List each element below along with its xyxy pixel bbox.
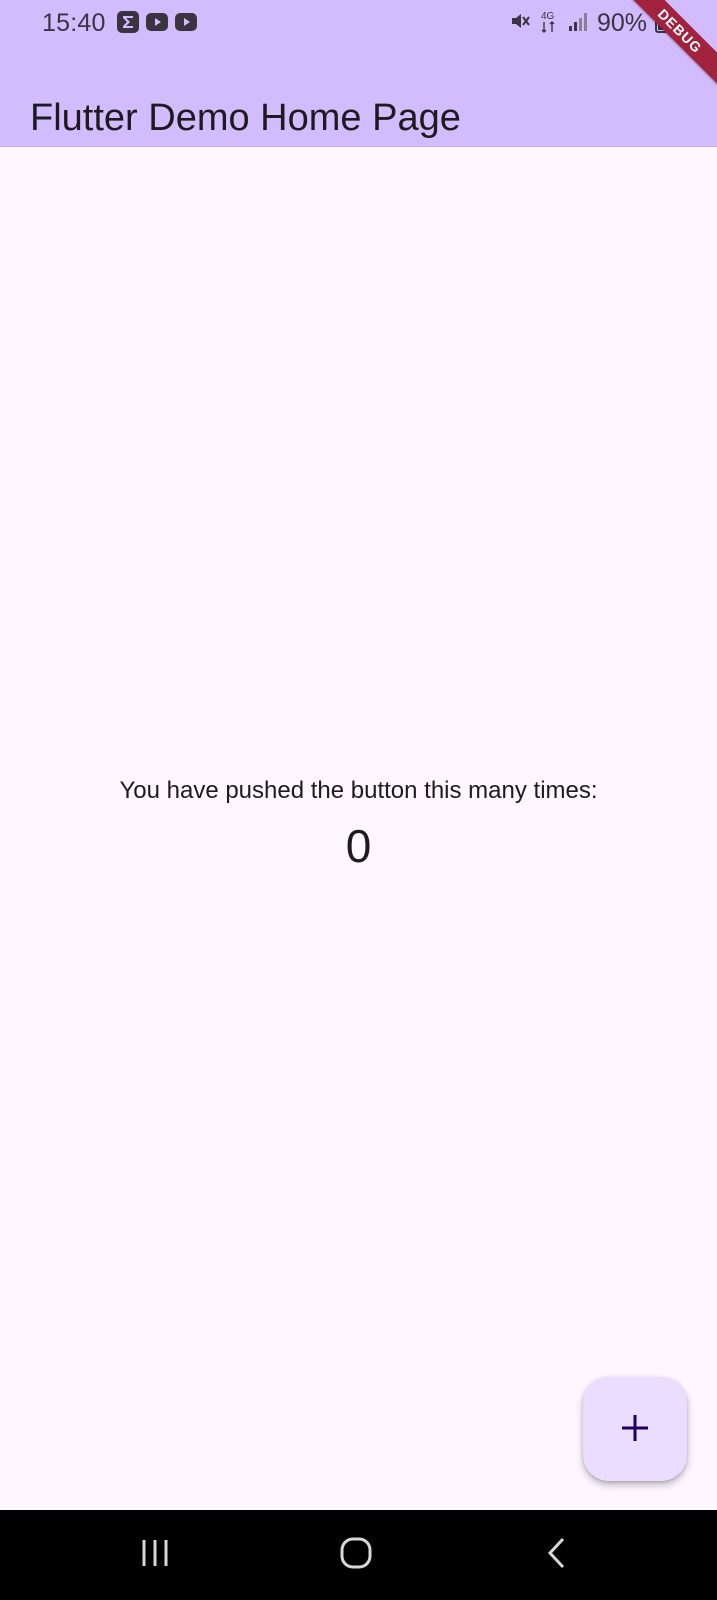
app-bar: 15:40 4G 90% Flutter Demo Home Page (0, 0, 717, 147)
status-right: 4G 90% (509, 8, 669, 39)
network-icon: 4G (539, 8, 559, 39)
home-button[interactable] (326, 1532, 386, 1578)
battery-percent: 90% (596, 9, 647, 37)
counter-value: 0 (345, 820, 372, 872)
app-screen: 15:40 4G 90% Flutter Demo Home Page DEBU… (0, 0, 717, 1600)
home-icon (339, 1536, 373, 1575)
network-type-label: 4G (541, 11, 555, 22)
youtube-icon (174, 10, 198, 34)
recent-apps-icon (138, 1537, 172, 1574)
page-title: Flutter Demo Home Page (30, 97, 461, 140)
signal-icon (567, 10, 589, 37)
recent-apps-button[interactable] (125, 1532, 185, 1578)
system-nav-bar (0, 1510, 717, 1600)
status-time: 15:40 (42, 9, 106, 37)
youtube-icon (145, 10, 169, 34)
notification-icons (116, 10, 198, 34)
mute-icon (509, 10, 531, 37)
main-content: You have pushed the button this many tim… (0, 147, 717, 1510)
counter-label: You have pushed the button this many tim… (119, 777, 598, 804)
back-icon (543, 1536, 571, 1575)
increment-button[interactable] (583, 1377, 687, 1481)
plus-icon (620, 1413, 650, 1446)
sigma-app-icon (116, 10, 140, 34)
back-button[interactable] (527, 1532, 587, 1578)
